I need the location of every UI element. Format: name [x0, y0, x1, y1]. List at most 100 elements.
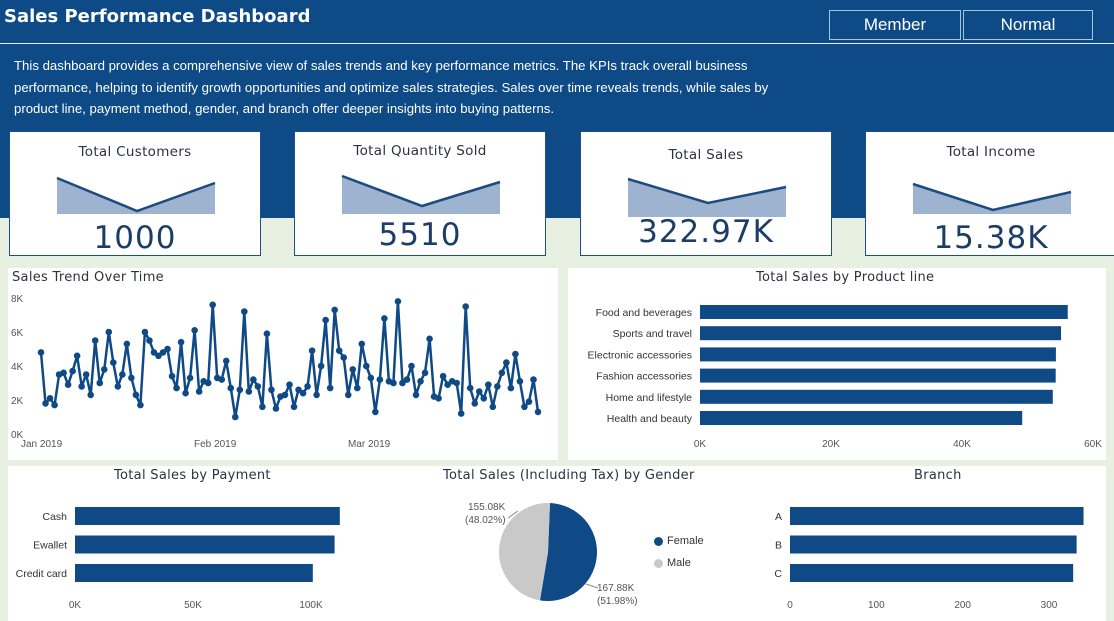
kpi-label: Total Sales: [668, 147, 744, 163]
trend-point: [503, 359, 510, 366]
trend-point: [286, 381, 293, 388]
y-tick-label: 4K: [11, 362, 24, 373]
data-label: (51.98%): [597, 596, 638, 607]
legend-male[interactable]: Male: [654, 557, 691, 569]
trend-point: [408, 362, 415, 370]
trend-point: [317, 362, 325, 370]
category-label: A: [775, 511, 782, 523]
trend-point: [525, 398, 533, 405]
bottom-panel: Total Sales by Payment Total Sales (Incl…: [8, 466, 1106, 621]
male-dot-icon: [654, 558, 663, 568]
trend-point: [367, 374, 375, 382]
kpi-card-total-income[interactable]: Total Income 15.38K: [865, 131, 1114, 256]
trend-point: [96, 379, 104, 387]
kpi-value: 322.97K: [638, 214, 774, 250]
kpi-card-total-quantity[interactable]: Total Quantity Sold 5510: [294, 131, 546, 256]
trend-point: [403, 376, 411, 383]
trend-point: [245, 388, 253, 395]
bar: [700, 389, 1053, 404]
x-tick-label: 0: [787, 600, 793, 611]
trend-point: [480, 395, 488, 402]
kpi-card-total-customers[interactable]: Total Customers 1000: [9, 131, 261, 256]
x-tick-label: 50K: [184, 600, 202, 611]
bar: [75, 564, 313, 582]
x-tick-label: 60K: [1084, 439, 1102, 450]
trend-point: [394, 298, 402, 305]
trend-point: [114, 383, 122, 390]
kpi-value: 15.38K: [933, 220, 1049, 256]
trend-point: [322, 316, 329, 324]
product-line-panel[interactable]: Total Sales by Product line Food and bev…: [568, 268, 1106, 460]
product-line-chart: Food and beverages Sports and travel Elect…: [588, 305, 1102, 450]
trend-point: [209, 301, 216, 309]
trend-point: [421, 369, 429, 377]
trend-point: [281, 391, 289, 399]
trend-point: [146, 337, 153, 344]
trend-point: [263, 330, 271, 337]
kpi-label: Total Income: [946, 144, 1036, 160]
kpi-value: 5510: [378, 217, 462, 253]
trend-point: [204, 379, 212, 387]
trend-point: [453, 379, 460, 387]
y-tick-label: 2K: [11, 396, 24, 407]
trend-point: [358, 340, 366, 348]
x-tick-label: Mar 2019: [348, 439, 391, 450]
data-label: (48.02%): [465, 515, 506, 526]
kpi-value: 1000: [93, 220, 177, 256]
category-label: B: [775, 540, 782, 552]
category-label: C: [774, 568, 782, 580]
trend-point: [268, 386, 275, 394]
trend-point: [439, 372, 447, 380]
trend-point: [186, 374, 194, 382]
category-label: Home and lifestyle: [606, 392, 693, 404]
payment-chart[interactable]: Cash Ewallet Credit card 0K 50K 100K: [8, 466, 348, 621]
bar: [790, 507, 1084, 525]
x-tick-label: 0K: [694, 439, 707, 450]
category-label: Sports and travel: [613, 328, 692, 340]
trend-point: [516, 378, 524, 385]
normal-button[interactable]: Normal: [963, 10, 1093, 40]
title-bar: Sales Performance Dashboard Member Norma…: [0, 0, 1114, 44]
trend-point: [390, 379, 397, 387]
trend-point: [313, 391, 320, 399]
sales-trend-panel[interactable]: Sales Trend Over Time 0K 2K 4K 6K 8K Jan 2019…: [8, 268, 558, 460]
trend-point: [69, 367, 76, 375]
trend-point: [335, 347, 343, 354]
legend-female[interactable]: Female: [654, 535, 704, 547]
gender-pie-chart[interactable]: 167.88K (51.98%) 155.08K (48.02%): [438, 466, 688, 621]
member-button[interactable]: Member: [829, 10, 961, 40]
data-label: 167.88K: [597, 583, 635, 594]
trend-point: [530, 376, 537, 383]
trend-point: [507, 384, 515, 392]
trend-point: [100, 366, 108, 373]
trend-point: [37, 349, 45, 356]
legend-label: Male: [667, 557, 691, 569]
bar: [700, 326, 1062, 341]
category-label: Fashion accessories: [596, 371, 692, 383]
data-label: 155.08K: [468, 502, 506, 513]
trend-point: [60, 369, 67, 377]
branch-chart[interactable]: A B C 0 100 200 300: [766, 466, 1106, 621]
trend-point: [137, 401, 144, 409]
trend-point: [51, 401, 58, 409]
trend-point: [141, 328, 149, 336]
trend-point: [132, 391, 140, 399]
sales-trend-chart: 0K2K4K6K8KJan 2019 Feb 2019 Mar 2019: [11, 294, 542, 450]
kpi-label: Total Quantity Sold: [353, 143, 487, 159]
trend-point: [168, 372, 176, 380]
bar: [790, 535, 1077, 554]
category-label: Electronic accessories: [588, 349, 692, 361]
trend-point: [485, 381, 492, 388]
trend-point: [471, 400, 479, 407]
trend-point: [182, 389, 189, 397]
trend-point: [534, 408, 542, 416]
trend-point: [73, 352, 81, 360]
kpi-card-total-sales[interactable]: Total Sales 322.97K: [580, 131, 832, 256]
trend-point: [489, 403, 497, 411]
sparkline-chart: [627, 177, 787, 217]
trend-point: [42, 400, 49, 407]
trend-point: [426, 335, 433, 343]
trend-point: [304, 383, 311, 390]
trend-point: [344, 391, 352, 399]
trend-point: [64, 381, 72, 388]
